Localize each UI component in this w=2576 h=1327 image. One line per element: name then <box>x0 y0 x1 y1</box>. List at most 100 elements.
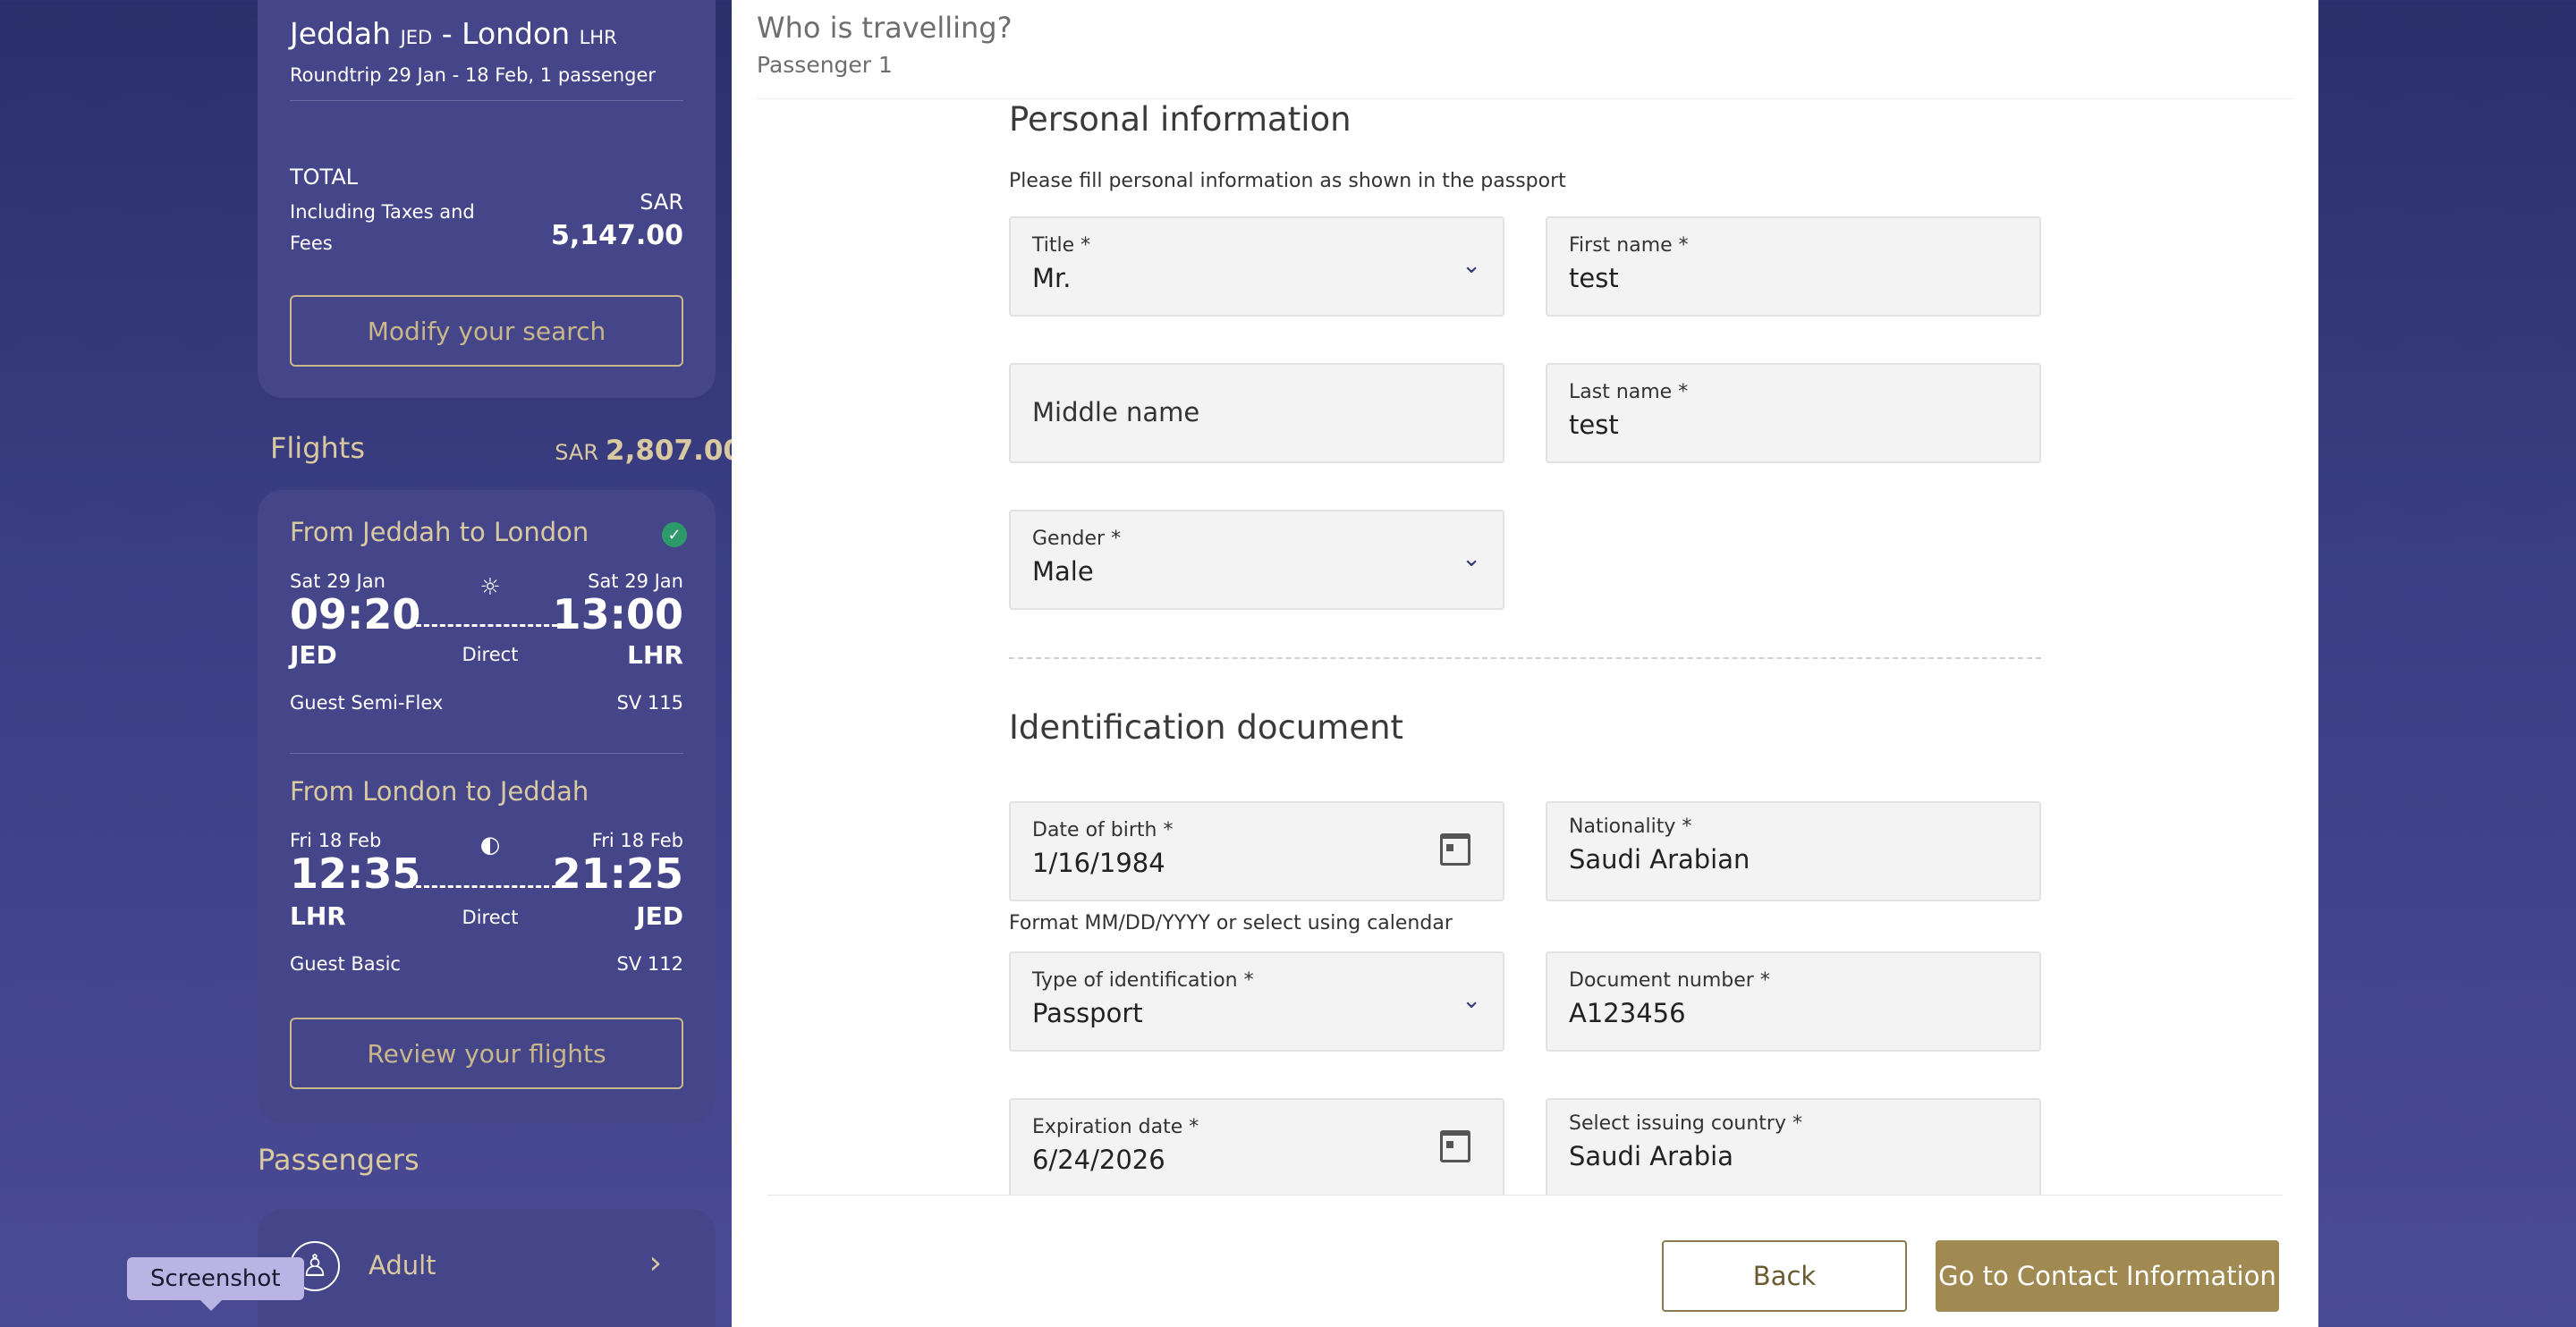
identification-heading: Identification document <box>1009 708 1404 747</box>
title-select[interactable]: Title * Mr. ⌄ <box>1009 216 1504 317</box>
booking-sidebar: Jeddah JED - London LHR Roundtrip 29 Jan… <box>258 0 742 1327</box>
destination-city: London <box>462 16 571 51</box>
gender-select[interactable]: Gender * Male ⌄ <box>1009 510 1504 610</box>
total-label: TOTAL <box>290 165 359 190</box>
field-placeholder: Middle name <box>1032 397 1200 427</box>
origin-city: Jeddah <box>290 16 392 51</box>
field-value: Passport <box>1032 998 1143 1028</box>
chevron-down-icon: ⌄ <box>1462 987 1481 1014</box>
route-line <box>408 624 565 627</box>
field-label: Last name * <box>1569 381 1689 403</box>
chevron-down-icon: ⌄ <box>1462 545 1481 572</box>
field-value: test <box>1569 263 1619 293</box>
form-title: Who is travelling? <box>757 11 1013 45</box>
form-subtitle: Passenger 1 <box>757 52 893 78</box>
total-amount: 5,147.00 <box>550 220 683 251</box>
review-flights-button[interactable]: Review your flights <box>290 1018 683 1089</box>
trip-info: Roundtrip 29 Jan - 18 Feb, 1 passenger <box>290 64 657 86</box>
departure-time: 12:35 <box>290 849 421 898</box>
arrival-code: JED <box>636 901 683 931</box>
modify-search-button[interactable]: Modify your search <box>290 295 683 367</box>
form-footer: Back Go to Contact Information <box>732 1196 2318 1327</box>
section-divider <box>1009 657 2041 659</box>
flights-currency: SAR <box>555 440 599 465</box>
issuing-country-field[interactable]: Select issuing country * Saudi Arabia <box>1546 1098 2041 1198</box>
adult-passenger-card[interactable]: ♙ Adult › <box>258 1209 716 1327</box>
field-value: 6/24/2026 <box>1032 1145 1165 1175</box>
arrival-code: LHR <box>627 640 683 670</box>
adult-label: Adult <box>369 1250 436 1281</box>
departure-time: 09:20 <box>290 590 421 638</box>
document-number-field[interactable]: Document number * A123456 <box>1546 951 2041 1052</box>
expiration-date-field[interactable]: Expiration date * 6/24/2026 <box>1009 1098 1504 1198</box>
field-value: Saudi Arabian <box>1569 844 1750 875</box>
passengers-header: Passengers <box>258 1143 419 1177</box>
field-value: 1/16/1984 <box>1032 848 1165 878</box>
field-value: test <box>1569 410 1619 440</box>
field-label: Type of identification * <box>1032 969 1254 992</box>
field-label: First name * <box>1569 234 1689 257</box>
calendar-icon[interactable] <box>1440 1130 1470 1162</box>
field-value: Saudi Arabia <box>1569 1141 1734 1171</box>
field-label: Gender * <box>1032 528 1122 550</box>
arrival-time: 21:25 <box>552 849 683 898</box>
divider <box>290 753 683 754</box>
last-name-field[interactable]: Last name * test <box>1546 363 2041 463</box>
segment-title: From Jeddah to London <box>290 517 589 547</box>
flights-header: Flights <box>270 431 365 465</box>
divider <box>757 98 2293 99</box>
middle-name-field[interactable]: Middle name <box>1009 363 1504 463</box>
flights-amount: 2,807.00 <box>606 435 742 467</box>
chevron-down-icon: ⌄ <box>1462 252 1481 279</box>
nationality-field[interactable]: Nationality * Saudi Arabian <box>1546 801 2041 901</box>
route-title: Jeddah JED - London LHR <box>290 16 617 51</box>
origin-code: JED <box>400 27 433 48</box>
field-value: Male <box>1032 556 1094 587</box>
flights-price: SAR 2,807.00 <box>555 435 742 467</box>
field-value: Mr. <box>1032 263 1072 293</box>
flights-card: From Jeddah to London ✓ Sat 29 Jan Sat 2… <box>258 490 716 1123</box>
sunset-icon: ◐ <box>479 832 501 858</box>
personal-info-heading: Personal information <box>1009 100 1352 139</box>
field-label: Nationality * <box>1569 816 1692 838</box>
departure-date: Fri 18 Feb <box>290 830 382 851</box>
stops-label: Direct <box>462 644 519 665</box>
field-label: Select issuing country * <box>1569 1112 1802 1135</box>
segment-title: From London to Jeddah <box>290 776 589 807</box>
sun-icon: ☼ <box>479 574 501 601</box>
stops-label: Direct <box>462 907 519 928</box>
departure-code: JED <box>290 640 337 670</box>
route-line <box>408 885 565 888</box>
check-icon: ✓ <box>662 522 687 547</box>
route-separator: - <box>441 16 453 51</box>
arrival-date: Sat 29 Jan <box>588 571 683 592</box>
field-label: Expiration date * <box>1032 1116 1199 1138</box>
personal-info-description: Please fill personal information as show… <box>1009 170 1566 192</box>
departure-code: LHR <box>290 901 346 931</box>
go-to-contact-button[interactable]: Go to Contact Information <box>1936 1240 2279 1312</box>
trip-summary-card: Jeddah JED - London LHR Roundtrip 29 Jan… <box>258 0 716 398</box>
date-of-birth-field[interactable]: Date of birth * 1/16/1984 <box>1009 801 1504 901</box>
id-type-select[interactable]: Type of identification * Passport ⌄ <box>1009 951 1504 1052</box>
first-name-field[interactable]: First name * test <box>1546 216 2041 317</box>
field-label: Title * <box>1032 234 1091 257</box>
back-button[interactable]: Back <box>1662 1240 1907 1312</box>
total-currency: SAR <box>640 190 683 215</box>
arrival-date: Fri 18 Feb <box>591 830 683 851</box>
flight-number: SV 112 <box>616 953 683 975</box>
divider <box>290 100 683 101</box>
chevron-right-icon[interactable]: › <box>649 1245 662 1281</box>
field-label: Date of birth * <box>1032 819 1174 841</box>
total-description: Including Taxes and Fees <box>290 201 475 254</box>
departure-date: Sat 29 Jan <box>290 571 386 592</box>
field-value: A123456 <box>1569 998 1686 1028</box>
calendar-icon[interactable] <box>1440 833 1470 866</box>
passenger-form-panel: Who is travelling? Passenger 1 Personal … <box>732 0 2318 1327</box>
destination-code: LHR <box>579 27 617 48</box>
arrival-time: 13:00 <box>552 590 683 638</box>
dob-helper-text: Format MM/DD/YYYY or select using calend… <box>1009 912 1453 934</box>
fare-type: Guest Semi-Flex <box>290 692 444 714</box>
screenshot-tooltip: Screenshot <box>127 1257 304 1311</box>
flight-number: SV 115 <box>616 692 683 714</box>
field-label: Document number * <box>1569 969 1770 992</box>
